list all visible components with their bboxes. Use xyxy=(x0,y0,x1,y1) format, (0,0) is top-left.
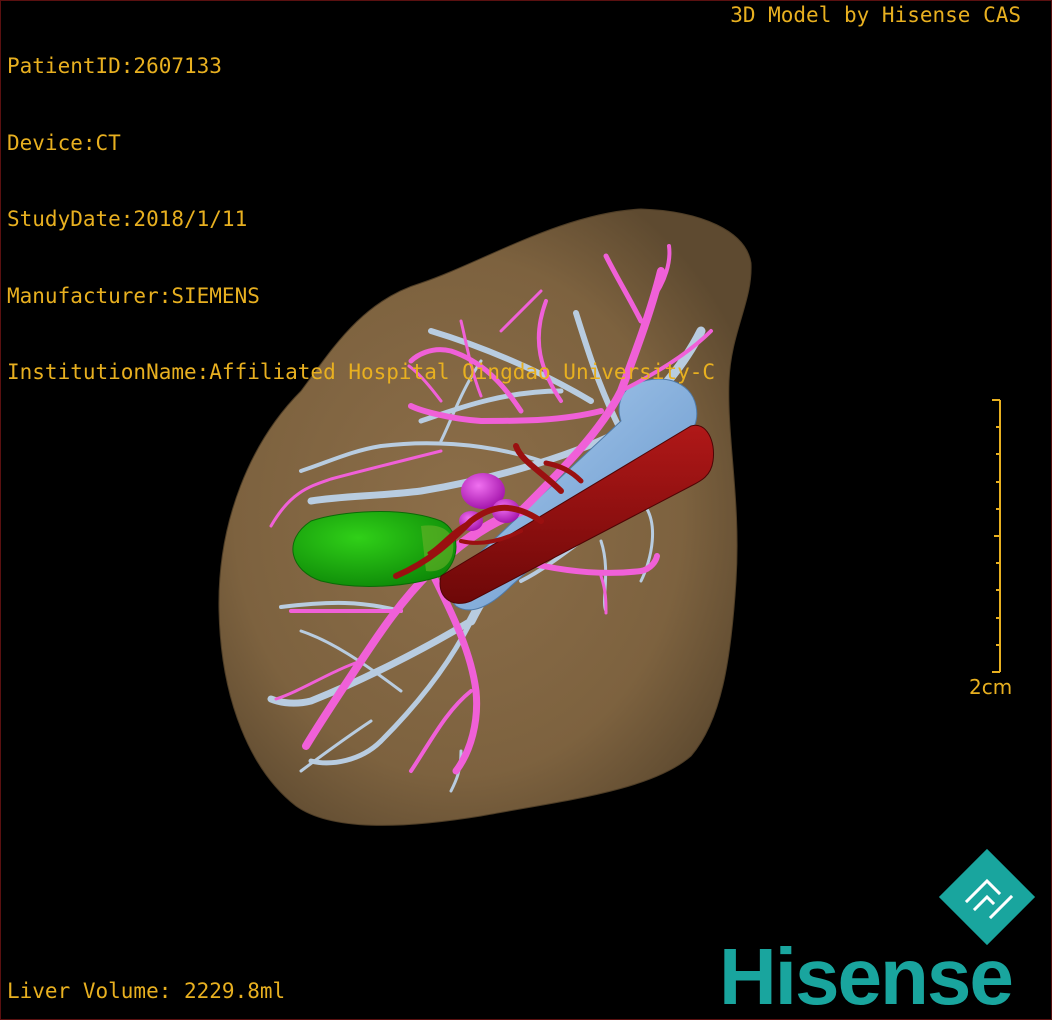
scale-bar-label: 2cm xyxy=(969,675,1013,699)
manufacturer: Manufacturer:SIEMENS xyxy=(7,283,260,308)
viewer-3d-viewport[interactable]: PatientID:2607133 Device:CT StudyDate:20… xyxy=(0,0,1052,1020)
institution-name: InstitutionName:Affiliated Hospital Qing… xyxy=(7,360,716,384)
model-credit: 3D Model by Hisense CAS xyxy=(730,3,1021,27)
scale-bar xyxy=(992,399,1001,673)
patient-id: PatientID:2607133 xyxy=(7,54,222,78)
device: Device:CT xyxy=(7,130,121,155)
liver-volume-readout: Liver Volume: 2229.8ml xyxy=(7,979,286,1003)
dicom-info-overlay: PatientID:2607133 Device:CT StudyDate:20… xyxy=(7,3,715,437)
gallbladder xyxy=(292,511,457,587)
study-date: StudyDate:2018/1/11 xyxy=(7,207,248,231)
brand-wordmark: Hisense xyxy=(719,932,1014,1020)
